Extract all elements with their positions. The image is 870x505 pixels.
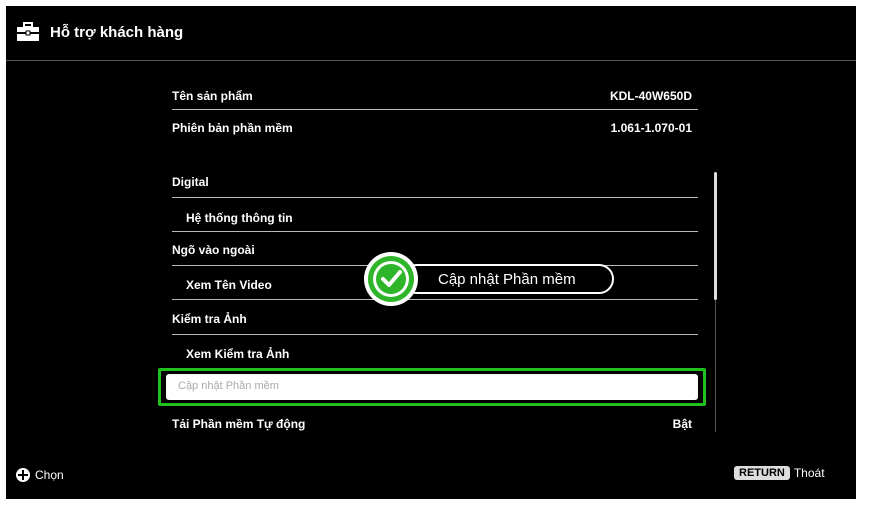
divider (172, 197, 698, 198)
select-label: Chọn (35, 468, 64, 482)
menu-item-label: Xem Tên Video (186, 278, 272, 292)
check-icon (364, 252, 418, 306)
footer-return-hint: RETURN Thoát (734, 466, 825, 480)
divider (172, 231, 698, 232)
dpad-icon (16, 468, 30, 482)
auto-download-value: Bật (672, 417, 692, 431)
software-version-label: Phiên bản phần mềm (172, 121, 293, 135)
toolbox-icon (17, 22, 39, 41)
menu-item-label: Digital (172, 175, 209, 189)
software-version-row: Phiên bản phần mềm 1.061-1.070-01 (172, 120, 698, 136)
divider (172, 334, 698, 335)
toast-text: Cập nhật Phần mềm (438, 271, 576, 288)
menu-item-picture-test[interactable]: Kiểm tra Ảnh (172, 311, 698, 327)
menu-item-digital[interactable]: Digital (172, 174, 698, 190)
exit-label: Thoát (793, 466, 825, 480)
menu-item-view-picture-test[interactable]: Xem Kiểm tra Ảnh (172, 346, 698, 362)
menu-item-auto-download[interactable]: Tải Phần mềm Tự động Bật (172, 416, 698, 432)
product-name-row: Tên sản phẩm KDL-40W650D (172, 88, 698, 104)
header: Hỗ trợ khách hàng (6, 6, 856, 58)
tv-screen: Hỗ trợ khách hàng Tên sản phẩm KDL-40W65… (6, 6, 856, 499)
menu-item-label: Kiểm tra Ảnh (172, 312, 247, 326)
toast-pill: Cập nhật Phần mềm (402, 264, 614, 294)
menu-item-software-update[interactable]: Cập nhật Phần mềm (166, 374, 698, 400)
product-name-label: Tên sản phẩm (172, 89, 253, 103)
product-name-value: KDL-40W650D (609, 89, 692, 103)
update-toast: Cập nhật Phần mềm (362, 250, 622, 312)
divider (172, 109, 698, 110)
software-version-value: 1.061-1.070-01 (610, 121, 692, 135)
auto-download-label: Tải Phần mềm Tự động (172, 417, 306, 431)
return-button[interactable]: RETURN (734, 466, 790, 480)
menu-item-label: Ngõ vào ngoài (172, 243, 255, 257)
menu-item-label: Cập nhật Phần mềm (178, 380, 279, 392)
footer-select-hint: Chọn (16, 468, 64, 482)
scrollbar-thumb[interactable] (714, 172, 717, 300)
page-title: Hỗ trợ khách hàng (50, 23, 184, 41)
header-divider (6, 60, 856, 61)
menu-item-label: Xem Kiểm tra Ảnh (186, 347, 290, 361)
scrollbar-track (715, 300, 716, 432)
menu-item-system-info[interactable]: Hệ thống thông tin (172, 210, 698, 226)
menu-item-label: Hệ thống thông tin (186, 211, 293, 225)
